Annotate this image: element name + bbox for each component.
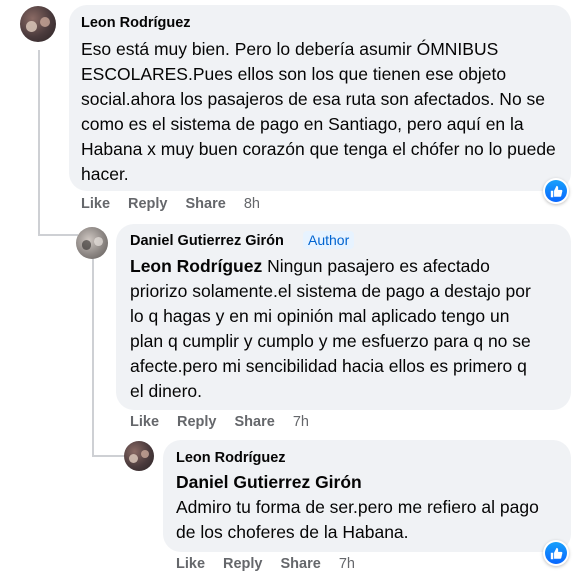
avatar[interactable] (76, 227, 108, 259)
timestamp[interactable]: 7h (339, 556, 355, 572)
comment-actions: Like Reply Share 7h (176, 556, 373, 572)
reply-button[interactable]: Reply (177, 414, 217, 430)
timestamp[interactable]: 8h (244, 196, 260, 212)
thread-line-main-branch (38, 234, 78, 236)
like-thumbs-up-icon (550, 547, 562, 559)
comment-body: Ningun pasajero es afectado priorizo sol… (130, 256, 531, 401)
reaction-badge[interactable] (543, 178, 569, 204)
thread-line-nested (92, 258, 94, 455)
author-badge: Author (303, 231, 355, 249)
mention-link[interactable]: Leon Rodríguez (130, 256, 262, 276)
share-button[interactable]: Share (281, 556, 321, 572)
timestamp[interactable]: 7h (293, 414, 309, 430)
like-button[interactable]: Like (81, 196, 110, 212)
thread-line-nested-branch (92, 455, 124, 457)
like-button[interactable]: Like (130, 414, 159, 430)
mention-link[interactable]: Daniel Gutierrez Girón (176, 470, 561, 495)
comment-author[interactable]: Leon Rodríguez (81, 15, 191, 31)
reply-button[interactable]: Reply (128, 196, 168, 212)
comment-text: Daniel Gutierrez Girón Admiro tu forma d… (176, 470, 561, 545)
reply-button[interactable]: Reply (223, 556, 263, 572)
avatar[interactable] (20, 6, 56, 42)
comment-author[interactable]: Daniel Gutierrez Girón (130, 233, 284, 249)
comment-text: Leon Rodríguez Ningun pasajero es afecta… (130, 254, 540, 404)
comment-author[interactable]: Leon Rodríguez (176, 450, 286, 466)
like-button[interactable]: Like (176, 556, 205, 572)
share-button[interactable]: Share (235, 414, 275, 430)
reaction-badge[interactable] (543, 540, 569, 566)
thread-line-main (38, 50, 40, 235)
share-button[interactable]: Share (186, 196, 226, 212)
comment-actions: Like Reply Share 8h (81, 196, 278, 212)
avatar[interactable] (124, 441, 154, 471)
like-thumbs-up-icon (550, 185, 562, 197)
comment-body: Admiro tu forma de ser.pero me refiero a… (176, 497, 539, 542)
comment-text: Eso está muy bien. Pero lo debería asumi… (81, 39, 556, 184)
comment-actions: Like Reply Share 7h (130, 414, 327, 430)
